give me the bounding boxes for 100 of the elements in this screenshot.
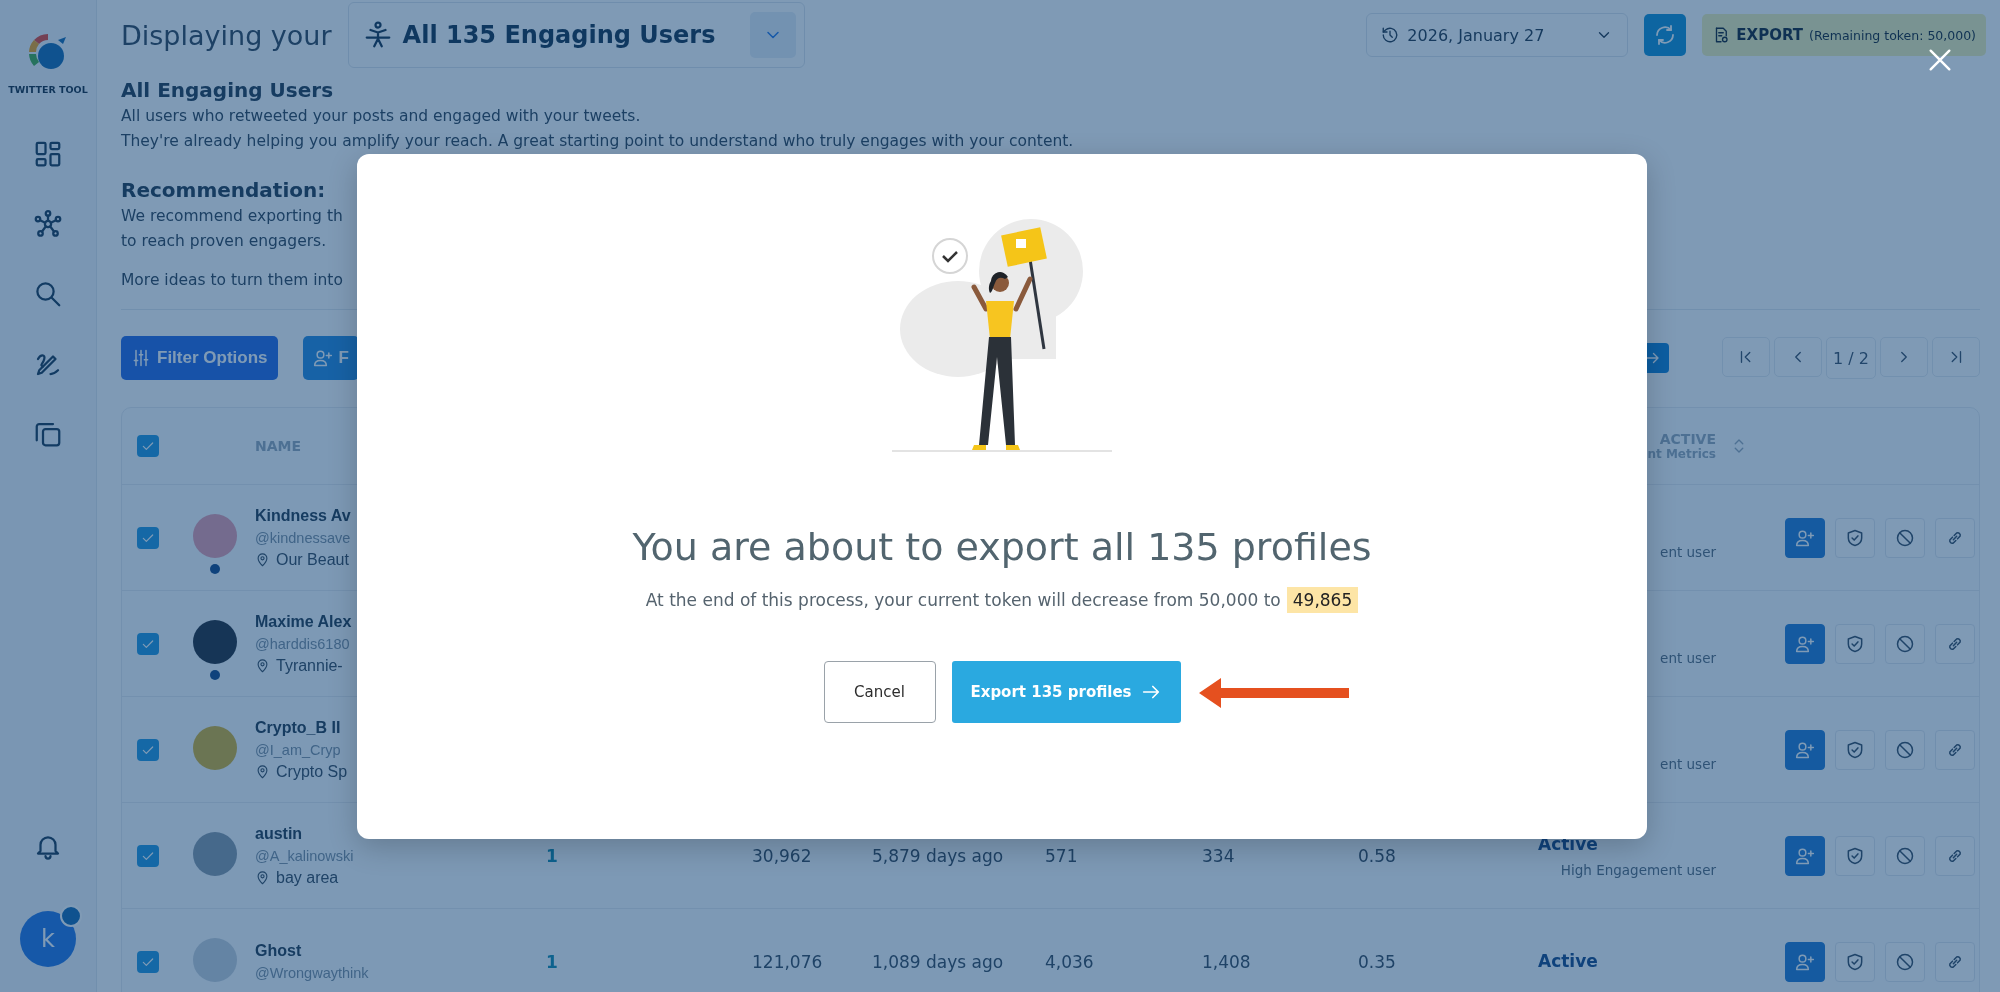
shield-check-icon xyxy=(1845,527,1865,548)
follow-button[interactable] xyxy=(1785,729,1825,770)
table-cell-text: 5,879 days ago xyxy=(872,845,1005,866)
whitelist-button[interactable] xyxy=(1835,941,1875,982)
link-button[interactable] xyxy=(1935,729,1975,770)
user-name: Ghost xyxy=(255,942,303,960)
network-icon[interactable] xyxy=(33,209,63,239)
whitelist-button[interactable] xyxy=(1835,517,1875,558)
table-cell-text: 1,408 xyxy=(1202,951,1252,972)
checkbox[interactable] xyxy=(137,950,159,973)
avatar-photo xyxy=(193,619,237,664)
sliders-icon xyxy=(131,348,151,368)
block-button[interactable] xyxy=(1885,941,1925,982)
user-plus-icon xyxy=(312,348,333,368)
dialog-title: You are about to export all 135 profiles xyxy=(632,524,1372,571)
page-indicator: 1 / 2 xyxy=(1826,337,1876,379)
recommendation-text: to reach proven engagers. xyxy=(121,231,328,252)
shield-check-icon xyxy=(1845,951,1865,972)
logo-label: TWITTER TOOL xyxy=(8,84,88,95)
section-title: All Engaging Users xyxy=(121,77,335,104)
status-note: ent user xyxy=(1659,755,1716,772)
add-user-button[interactable]: F xyxy=(302,336,359,380)
user-location: Tyrannie- xyxy=(276,656,343,675)
link-button[interactable] xyxy=(1935,835,1975,876)
refresh-button[interactable] xyxy=(1644,14,1687,56)
user-handle: @A_kalinowski xyxy=(255,847,355,864)
whitelist-button[interactable] xyxy=(1835,729,1875,770)
export-profiles-button[interactable]: Export 135 profiles xyxy=(951,661,1181,723)
status-note: High Engagement user xyxy=(1559,861,1716,878)
whitelist-button[interactable] xyxy=(1835,623,1875,664)
block-button[interactable] xyxy=(1885,623,1925,664)
user-handle: @harddis6180 xyxy=(255,635,351,652)
checkbox[interactable] xyxy=(137,526,159,549)
link-button[interactable] xyxy=(1935,517,1975,558)
location-pin-icon xyxy=(255,870,270,885)
follow-button[interactable] xyxy=(1785,623,1825,664)
location-pin-icon xyxy=(255,658,270,673)
table-cell-text: 571 xyxy=(1045,845,1079,866)
search-icon[interactable] xyxy=(33,279,63,309)
table-cell-text: 1,089 days ago xyxy=(872,951,1005,972)
checkbox[interactable] xyxy=(137,435,159,457)
user-handle: @kindnessave xyxy=(255,529,352,546)
shield-check-icon xyxy=(1845,845,1865,866)
last-page-button[interactable] xyxy=(1932,337,1980,377)
status-note: ent user xyxy=(1659,543,1716,560)
user-handle: @I_am_Cryp xyxy=(255,741,342,758)
table-cell-text: 121,076 xyxy=(752,951,824,972)
segment-select[interactable]: All 135 Engaging Users xyxy=(347,2,805,68)
link-button[interactable] xyxy=(1935,941,1975,982)
status-note: ent user xyxy=(1659,649,1716,666)
block-button[interactable] xyxy=(1885,517,1925,558)
checkbox[interactable] xyxy=(137,844,159,867)
ban-icon xyxy=(1895,739,1915,760)
dashboard-icon[interactable] xyxy=(33,139,63,169)
page-heading: Displaying your xyxy=(121,19,332,51)
export-button[interactable]: EXPORT (Remaining token: 50,000) xyxy=(1702,14,1986,56)
filter-options-button[interactable]: Filter Options xyxy=(121,336,278,380)
shield-check-icon xyxy=(1845,633,1865,654)
description-text: They're already helping you amplify your reach. A great starting point to understand who truly engages with your content. xyxy=(121,131,1075,152)
user-name: austin xyxy=(255,824,304,843)
recommendation-title: Recommendation: xyxy=(121,177,327,204)
first-page-button[interactable] xyxy=(1722,337,1770,377)
table-cell-text: 4,036 xyxy=(1045,951,1095,972)
table-cell-text: 1 xyxy=(545,951,559,972)
avatar-photo xyxy=(193,937,237,982)
shield-check-icon xyxy=(1845,739,1865,760)
location-pin-icon xyxy=(255,552,270,567)
table-cell-text: 0.58 xyxy=(1358,845,1397,866)
table-cell-text: 1 xyxy=(545,845,559,866)
table-cell-text: 334 xyxy=(1202,845,1236,866)
block-button[interactable] xyxy=(1885,729,1925,770)
link-button[interactable] xyxy=(1935,623,1975,664)
ban-icon xyxy=(1895,845,1915,866)
description-text: All users who retweeted your posts and engaged with your tweets. xyxy=(121,106,642,127)
follow-button[interactable] xyxy=(1785,941,1825,982)
ban-icon xyxy=(1895,951,1915,972)
logo-badge-icon xyxy=(60,905,82,927)
checkbox[interactable] xyxy=(137,632,159,655)
ideas-text: More ideas to turn them into xyxy=(121,270,344,291)
table-cell-text: 30,962 xyxy=(752,845,813,866)
avatar-photo xyxy=(193,513,237,558)
cancel-button[interactable]: Cancel xyxy=(823,661,936,723)
user-handle: @Wrongwaythink xyxy=(255,965,370,981)
user-name: Crypto_B II xyxy=(255,718,342,737)
checkbox[interactable] xyxy=(137,738,159,761)
user-name: Kindness Av xyxy=(255,506,352,525)
whitelist-button[interactable] xyxy=(1835,835,1875,876)
follow-button[interactable] xyxy=(1785,517,1825,558)
status-label: Active xyxy=(1538,950,1598,973)
date-select[interactable]: 2026, January 27 xyxy=(1366,13,1629,57)
history-icon xyxy=(1381,26,1400,44)
token-result-highlight: 49,865 xyxy=(1286,587,1359,613)
ban-icon xyxy=(1895,633,1915,654)
follow-button[interactable] xyxy=(1785,835,1825,876)
block-button[interactable] xyxy=(1885,835,1925,876)
location-pin-icon xyxy=(255,764,270,779)
user-name: Maxime Alex xyxy=(255,612,353,631)
avatar-photo xyxy=(193,831,237,876)
user-location: bay area xyxy=(276,868,339,887)
recommendation-text: We recommend exporting th xyxy=(121,206,344,227)
